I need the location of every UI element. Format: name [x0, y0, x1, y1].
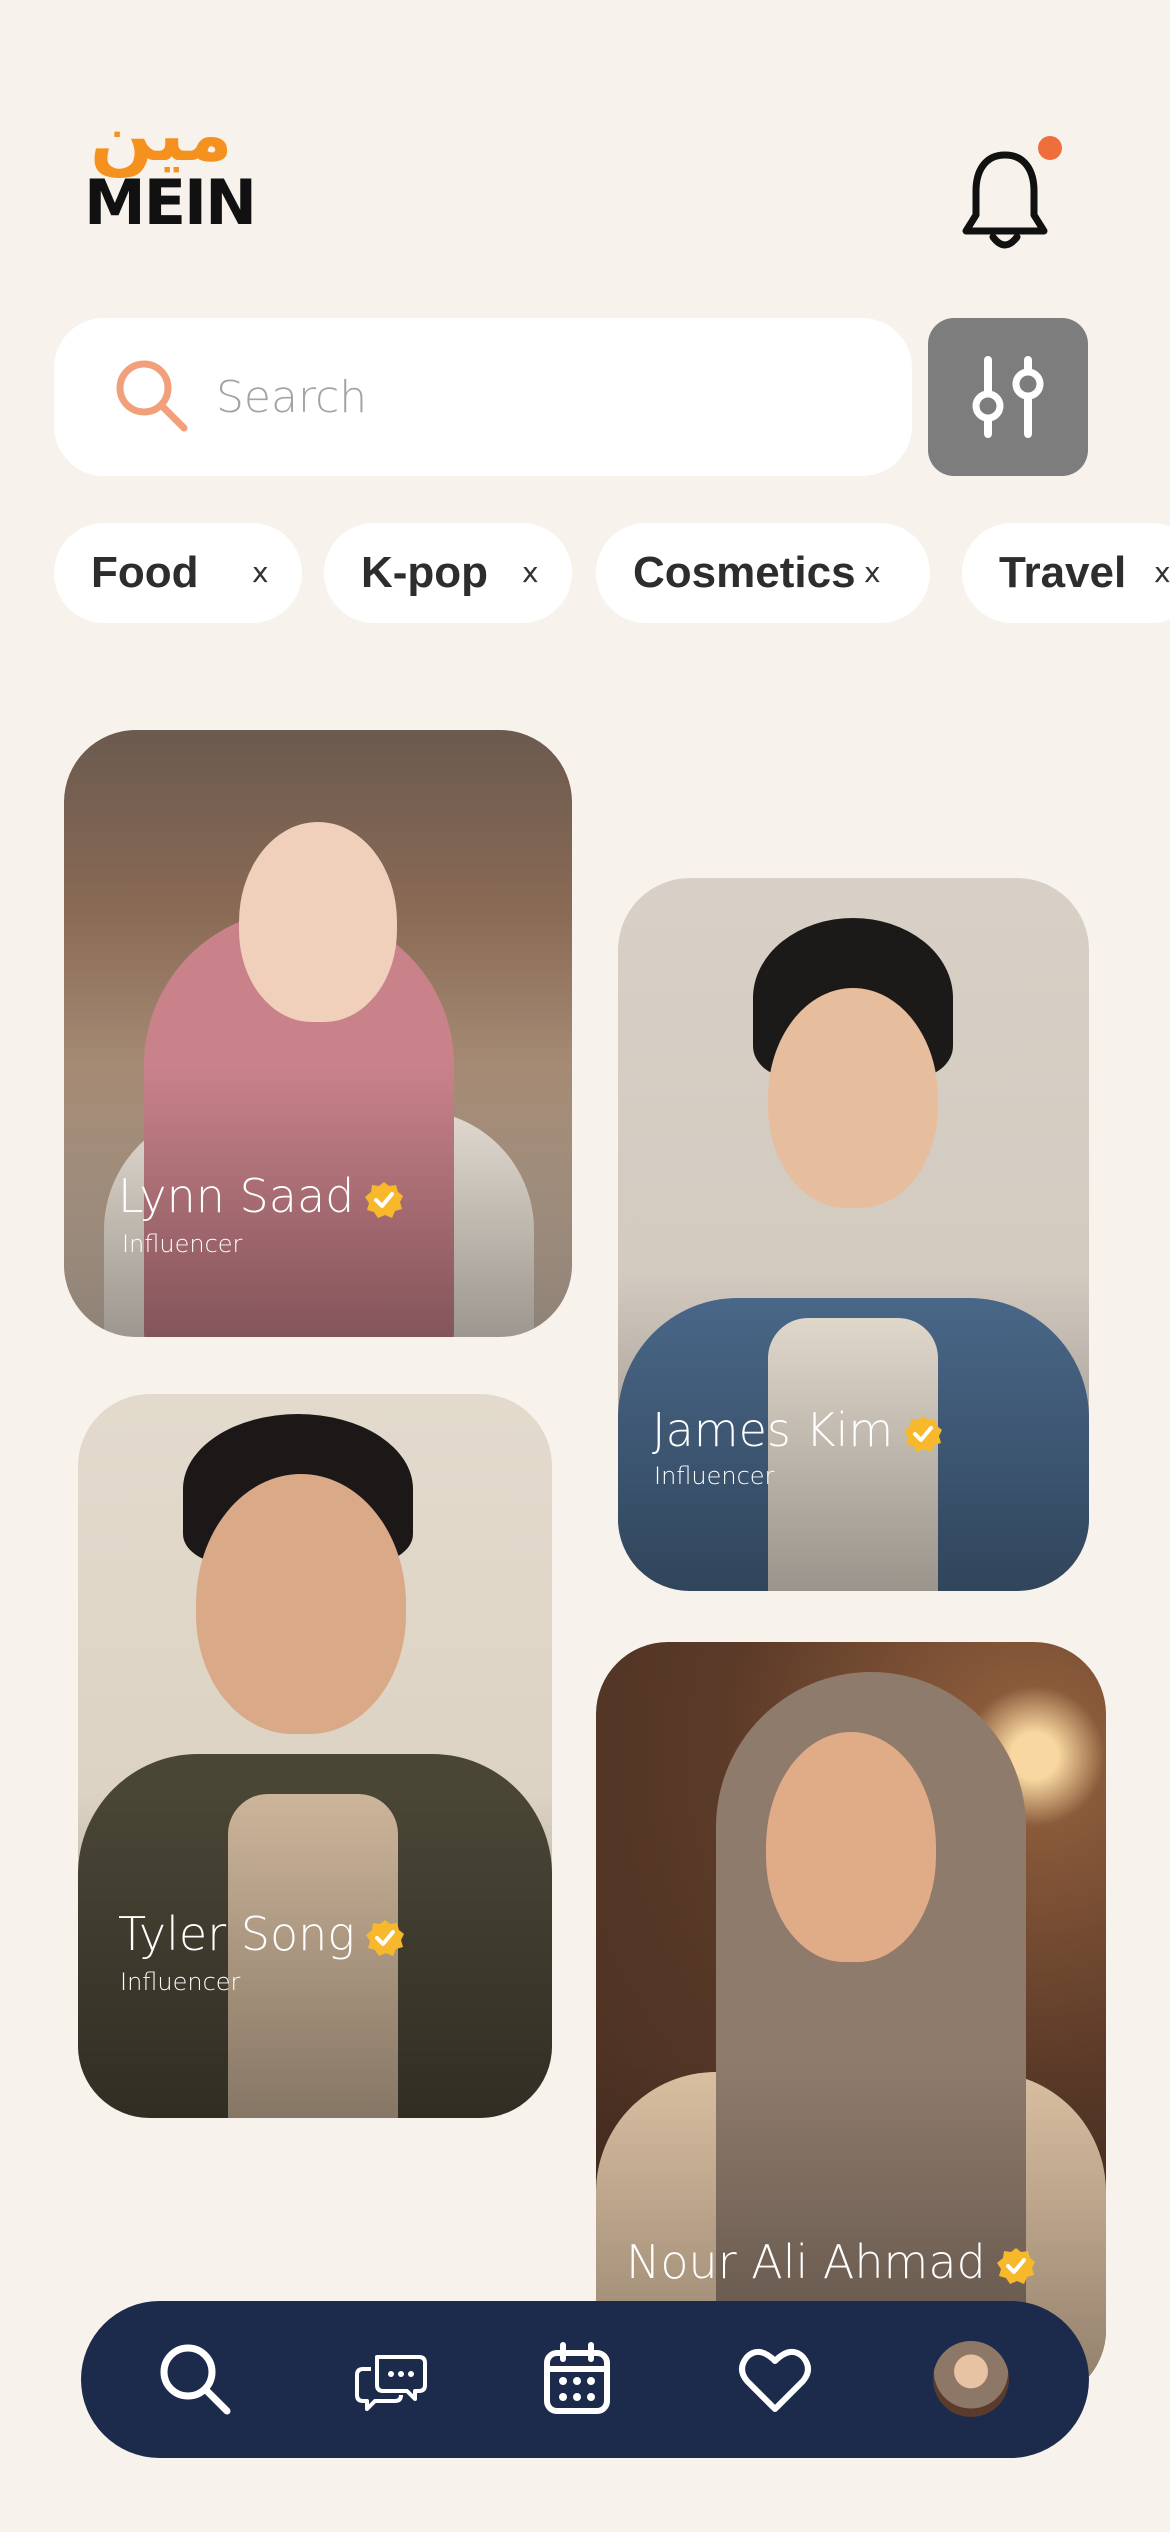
chip-remove-icon[interactable]: x [522, 553, 539, 593]
logo-latin-text: MEIN [84, 166, 257, 239]
card-role: Influencer [122, 1230, 243, 1258]
chip-label: K-pop [361, 548, 489, 597]
influencer-card[interactable]: Nour Ali Ahmad Influencer [596, 1642, 1106, 2402]
sliders-icon [972, 356, 1044, 438]
nav-heart-icon[interactable] [735, 2339, 815, 2419]
card-role: Influencer [654, 1462, 775, 1490]
card-name: Lynn Saad [118, 1170, 404, 1222]
card-name: Nour Ali Ahmad [626, 2236, 1036, 2288]
portrait-face [239, 822, 397, 1022]
notification-dot [1038, 136, 1062, 160]
search-icon [114, 358, 190, 434]
influencer-card[interactable]: James Kim Influencer [618, 878, 1089, 1591]
chip-remove-icon[interactable]: x [864, 553, 881, 593]
influencer-card[interactable]: Tyler Song Influencer [78, 1394, 552, 2118]
portrait-face [766, 1732, 936, 1962]
search-bar[interactable] [54, 318, 912, 476]
card-role: Influencer [120, 1968, 241, 1996]
bottom-nav [81, 2301, 1089, 2458]
verified-badge-icon [904, 1415, 943, 1452]
notification-bell-icon[interactable] [960, 145, 1050, 255]
card-name: Tyler Song [118, 1908, 405, 1960]
app-logo: مين MEIN [84, 98, 274, 248]
nav-profile-avatar[interactable] [933, 2341, 1009, 2417]
portrait-face [196, 1474, 406, 1734]
nav-calendar-icon[interactable] [537, 2339, 617, 2419]
influencer-card[interactable]: Lynn Saad Influencer [64, 730, 572, 1337]
chip-travel[interactable]: Travel x [962, 523, 1170, 623]
chip-food[interactable]: Food x [54, 523, 302, 623]
chip-cosmetics[interactable]: Cosmetics x [596, 523, 930, 623]
nav-chat-icon[interactable] [351, 2339, 431, 2419]
category-chips: Food x K-pop x Cosmetics x Travel x [54, 523, 1170, 623]
chip-label: Cosmetics [633, 548, 856, 597]
verified-badge-icon [996, 2247, 1035, 2284]
card-name: James Kim [652, 1404, 943, 1456]
chip-remove-icon[interactable]: x [252, 553, 269, 593]
chip-label: Travel [999, 548, 1127, 597]
filter-button[interactable] [928, 318, 1088, 476]
search-input[interactable] [214, 356, 858, 438]
chip-kpop[interactable]: K-pop x [324, 523, 572, 623]
chip-remove-icon[interactable]: x [1154, 553, 1170, 593]
logo-arabic-text: مين [90, 92, 233, 178]
portrait-face [768, 988, 938, 1208]
verified-badge-icon [365, 1919, 404, 1956]
nav-search-icon[interactable] [155, 2339, 235, 2419]
verified-badge-icon [365, 1181, 404, 1218]
chip-label: Food [91, 548, 199, 597]
